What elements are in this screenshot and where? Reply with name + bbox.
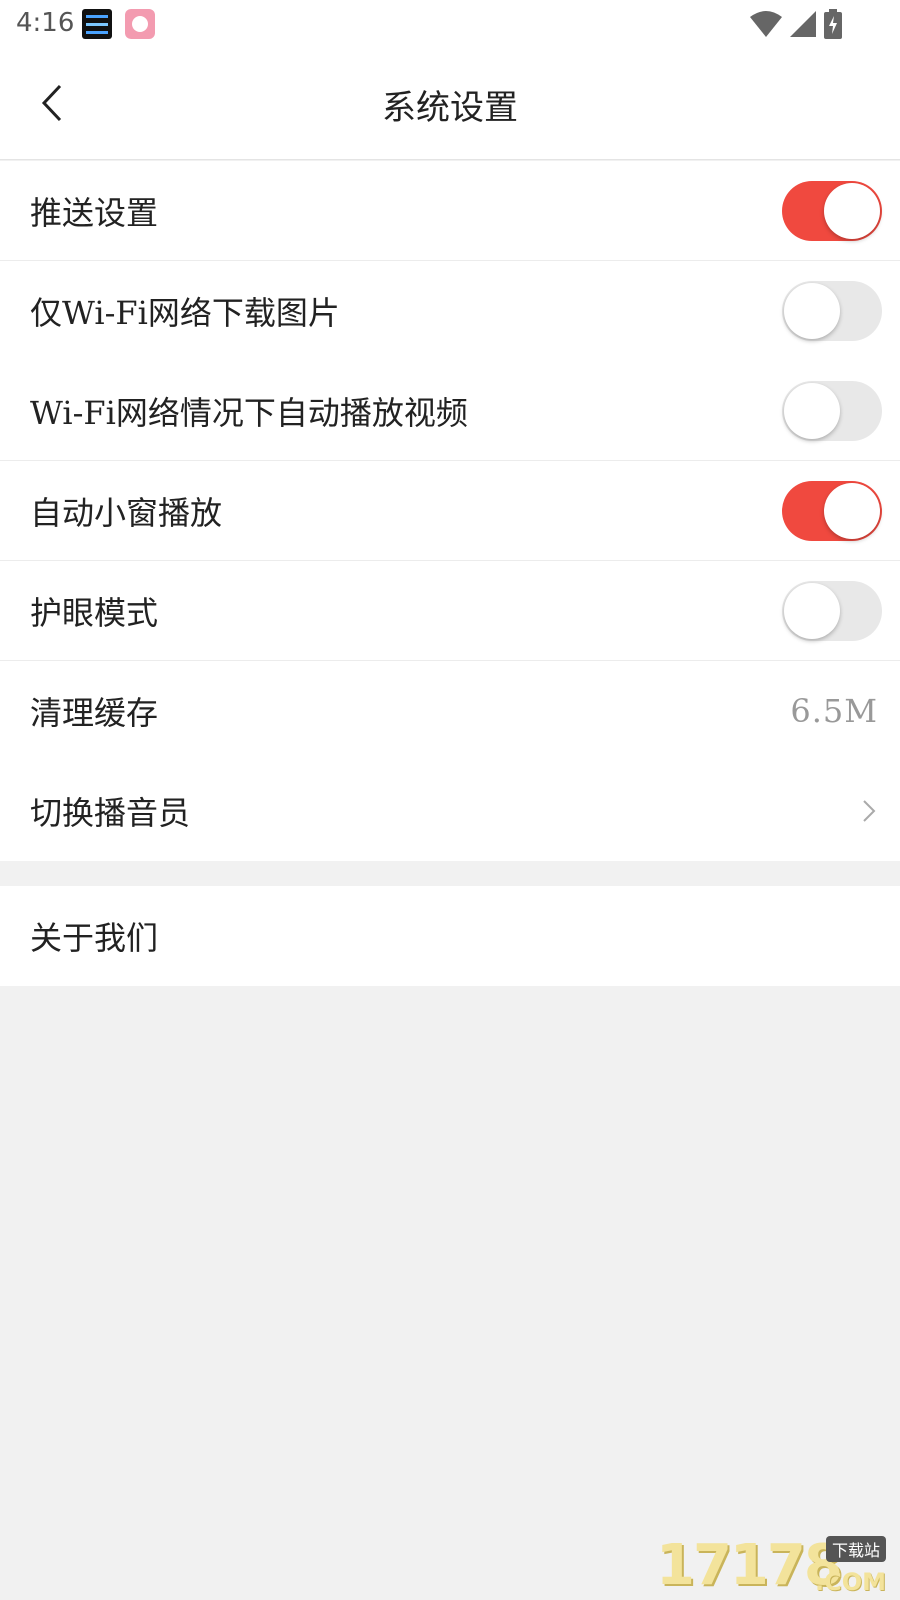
wifi-autoplay-toggle[interactable] xyxy=(782,380,882,441)
setting-label: 护眼模式 xyxy=(30,593,159,632)
mini-window-toggle[interactable] xyxy=(782,480,882,541)
setting-label: 切换播音员 xyxy=(30,794,191,832)
status-bar: 4:16 xyxy=(0,0,900,50)
site-watermark-logo: 17178 下载站 .COM xyxy=(656,1533,886,1598)
setting-row-wifi-autoplay: Wi-Fi网络情况下自动播放视频 xyxy=(0,361,900,461)
setting-row-eye-care: 护眼模式 xyxy=(0,561,900,661)
setting-row-cache[interactable]: 清理缓存 6.5M xyxy=(0,661,900,761)
header: 系统设置 xyxy=(0,50,900,160)
setting-row-push: 推送设置 xyxy=(0,161,900,261)
setting-label: Wi-Fi网络情况下自动播放视频 xyxy=(30,393,468,432)
setting-label: 自动小窗播放 xyxy=(30,493,223,532)
status-time: 4:16 xyxy=(16,8,75,38)
setting-row-wifi-images: 仅Wi-Fi网络下载图片 xyxy=(0,261,900,361)
cache-size-value: 6.5M xyxy=(790,692,878,730)
wifi-icon xyxy=(750,11,782,37)
wifi-images-toggle[interactable] xyxy=(782,281,882,341)
cell-signal-icon xyxy=(790,11,816,37)
setting-label: 清理缓存 xyxy=(30,694,159,732)
push-toggle[interactable] xyxy=(782,180,882,241)
notification-rice-icon xyxy=(125,9,155,39)
watermark-suffix: .COM xyxy=(814,1568,886,1596)
watermark-number: 17178 xyxy=(656,1533,843,1598)
setting-label: 关于我们 xyxy=(30,919,159,957)
setting-row-announcer[interactable]: 切换播音员 xyxy=(0,761,900,861)
eye-care-toggle[interactable] xyxy=(782,580,882,641)
notification-app-icon xyxy=(82,9,112,39)
about-section: 关于我们 xyxy=(0,886,900,986)
watermark-tag: 下载站 xyxy=(825,1536,886,1562)
setting-label: 推送设置 xyxy=(30,193,159,232)
chevron-right-icon xyxy=(863,800,876,822)
setting-label: 仅Wi-Fi网络下载图片 xyxy=(30,294,340,332)
setting-row-about[interactable]: 关于我们 xyxy=(0,886,900,986)
page-title: 系统设置 xyxy=(382,88,518,128)
battery-charging-icon xyxy=(824,9,842,39)
settings-list: 推送设置 仅Wi-Fi网络下载图片 Wi-Fi网络情况下自动播放视频 自动小窗播… xyxy=(0,161,900,861)
setting-row-mini-window: 自动小窗播放 xyxy=(0,461,900,561)
